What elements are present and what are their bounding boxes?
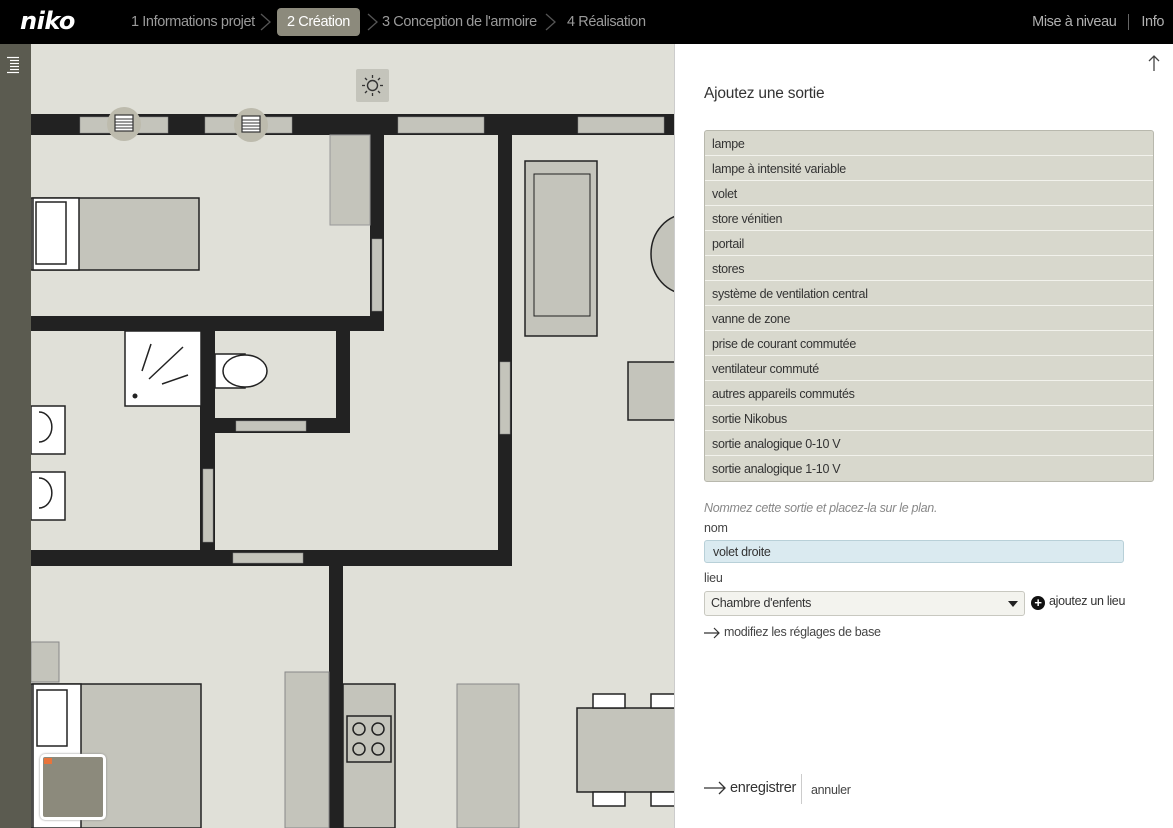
plus-icon: + — [1031, 596, 1045, 610]
sun-icon[interactable] — [356, 69, 389, 102]
shutter-icon[interactable] — [107, 107, 141, 141]
output-type-item[interactable]: lampe — [705, 131, 1153, 156]
output-type-list: lampe lampe à intensité variable volet s… — [704, 130, 1154, 482]
step-informations-projet[interactable]: 1 Informations projet — [121, 8, 265, 36]
shutter-icon[interactable] — [234, 108, 268, 142]
save-button[interactable]: enregistrer — [704, 780, 796, 796]
output-type-item[interactable]: autres appareils commutés — [705, 381, 1153, 406]
up-arrow-icon[interactable] — [1147, 54, 1161, 72]
base-settings-link[interactable]: modifiez les réglages de base — [704, 625, 881, 639]
arrow-right-icon — [704, 627, 720, 639]
left-sidebar — [0, 44, 31, 828]
step-conception-armoire[interactable]: 3 Conception de l'armoire — [372, 8, 547, 36]
chevron-right-icon — [260, 13, 271, 31]
step-realisation[interactable]: 4 Réalisation — [557, 8, 656, 36]
save-label: enregistrer — [730, 780, 797, 796]
place-select[interactable]: Chambre d'enfents — [704, 591, 1025, 616]
info-link[interactable]: Info — [1141, 8, 1164, 36]
place-select-value: Chambre d'enfents — [711, 596, 812, 610]
output-type-item[interactable]: volet — [705, 181, 1153, 206]
name-label: nom — [704, 521, 728, 535]
output-type-item[interactable]: portail — [705, 231, 1153, 256]
instruction-text: Nommez cette sortie et placez-la sur le … — [704, 501, 938, 515]
output-type-item[interactable]: sortie analogique 1-10 V — [705, 456, 1153, 481]
output-type-item[interactable]: sortie analogique 0-10 V — [705, 431, 1153, 456]
caret-down-icon — [1008, 601, 1018, 607]
cancel-button[interactable]: annuler — [811, 783, 851, 797]
output-type-item[interactable]: prise de courant commutée — [705, 331, 1153, 356]
output-type-item[interactable]: système de ventilation central — [705, 281, 1153, 306]
minimap-viewport-marker — [44, 758, 52, 764]
top-bar: niko 1 Informations projet 2 Création 3 … — [0, 0, 1173, 44]
output-type-item[interactable]: ventilateur commuté — [705, 356, 1153, 381]
name-input[interactable] — [704, 540, 1124, 563]
divider — [801, 774, 802, 804]
minimap[interactable] — [40, 754, 106, 820]
floor-plan-drawing — [31, 69, 674, 828]
floor-plan[interactable] — [31, 44, 674, 828]
add-place-label: ajoutez un lieu — [1049, 594, 1126, 608]
output-type-item[interactable]: lampe à intensité variable — [705, 156, 1153, 181]
output-type-item[interactable]: stores — [705, 256, 1153, 281]
add-place-link[interactable]: + ajoutez un lieu — [1031, 594, 1125, 610]
base-settings-label: modifiez les réglages de base — [724, 625, 881, 639]
step-creation[interactable]: 2 Création — [277, 8, 360, 36]
divider — [1128, 14, 1130, 31]
arrow-right-icon — [704, 781, 726, 795]
top-right-links: Mise à niveau Info — [1032, 8, 1173, 36]
output-type-item[interactable]: store vénitien — [705, 206, 1153, 231]
panel-title: Ajoutez une sortie — [704, 85, 825, 102]
niko-logo: niko — [20, 7, 75, 35]
menu-icon[interactable] — [6, 56, 20, 74]
upgrade-link[interactable]: Mise à niveau — [1032, 8, 1117, 36]
add-output-panel: Ajoutez une sortie lampe lampe à intensi… — [674, 44, 1173, 828]
place-label: lieu — [704, 571, 723, 585]
output-type-item[interactable]: vanne de zone — [705, 306, 1153, 331]
output-type-item[interactable]: sortie Nikobus — [705, 406, 1153, 431]
